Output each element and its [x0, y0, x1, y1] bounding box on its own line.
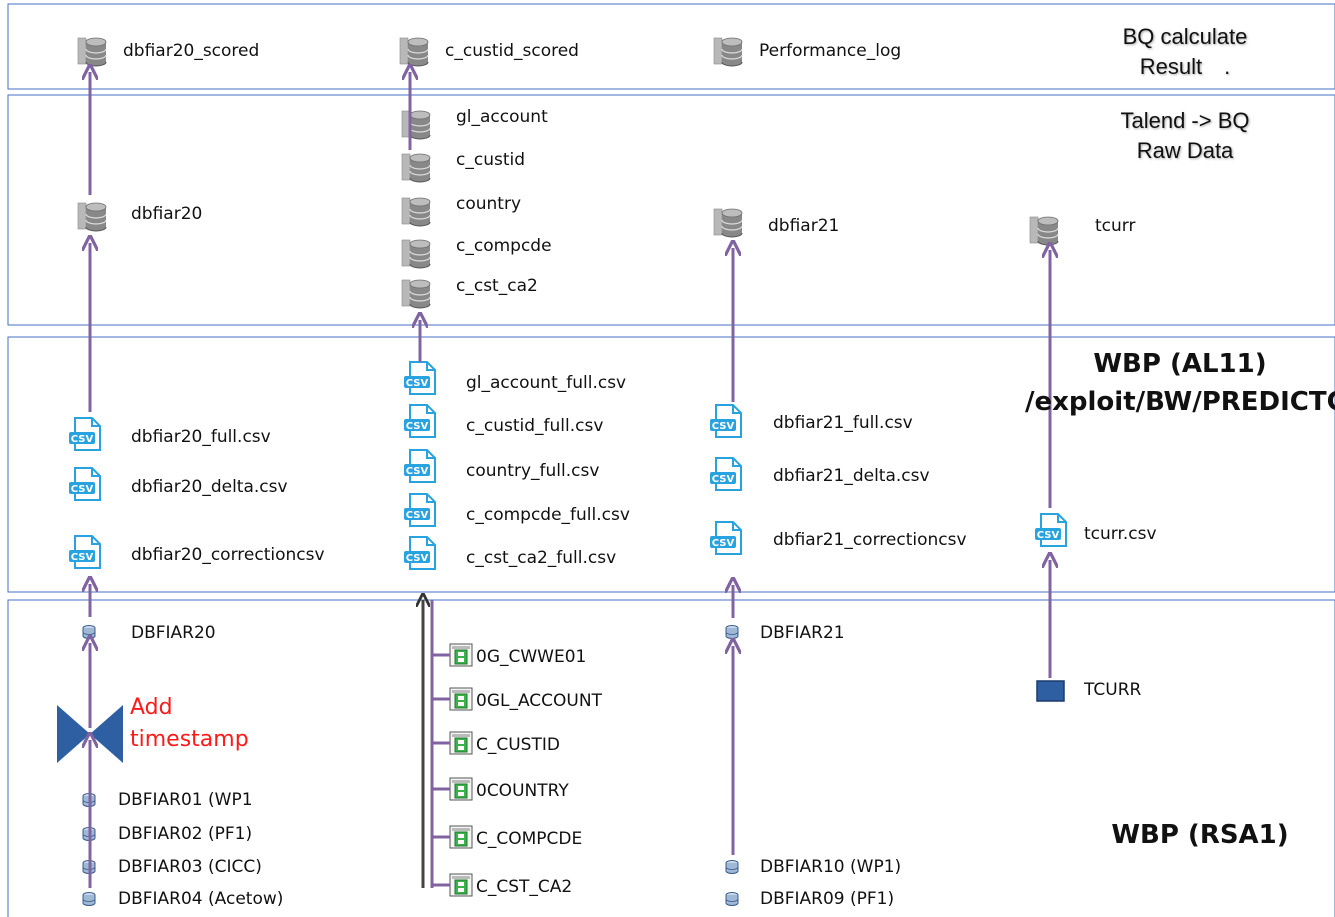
bq-raw-table: c_compcde [456, 236, 552, 256]
rsa1-source-label: C_CST_CA2 [476, 877, 573, 897]
sql-server-database-icon [401, 239, 431, 269]
csv-file-label: dbfiar21_full.csv [773, 413, 913, 433]
sql-server-database-icon [401, 110, 431, 140]
sql-server-database-icon [713, 208, 743, 238]
bq-scored-table: dbfiar20_scored [123, 41, 260, 61]
bw-table-icon [449, 873, 473, 897]
sql-server-database-icon [713, 37, 743, 67]
sql-server-database-icon [399, 37, 429, 67]
bowtie-transformation-icon [57, 705, 90, 763]
sql-server-database-icon [77, 202, 107, 232]
csv-file-icon [403, 449, 436, 483]
csv-file-label: tcurr.csv [1084, 524, 1157, 544]
sql-server-database-icon [1029, 216, 1059, 246]
bw-table-icon [449, 687, 473, 711]
bw-cube-icon [82, 625, 96, 639]
bq-raw-table: dbfiar21 [768, 216, 840, 236]
bw-table-icon [449, 731, 473, 755]
bw-cube-icon [725, 625, 739, 639]
zone-title-dot: . [1224, 54, 1231, 79]
csv-file-icon [709, 404, 742, 438]
csv-file-label: c_compcde_full.csv [466, 505, 630, 525]
rsa1-source-label: DBFIAR09 (PF1) [760, 889, 895, 909]
csv-file-icon [403, 493, 436, 527]
rsa1-source-label: 0COUNTRY [476, 781, 569, 801]
rsa1-source-label: DBFIAR04 (Acetow) [118, 889, 284, 909]
zone-title-line2: /exploit/BW/PREDICTCM [1025, 387, 1335, 417]
bw-table-icon [449, 777, 473, 801]
sql-server-database-icon [401, 197, 431, 227]
sql-server-database-icon [401, 153, 431, 183]
csv-file-label: country_full.csv [466, 461, 600, 481]
rsa1-source-label: DBFIAR10 (WP1) [760, 857, 902, 877]
bq-raw-table: c_cst_ca2 [456, 276, 538, 296]
bq-raw-table: tcurr [1095, 216, 1136, 236]
csv-file-label: dbfiar21_delta.csv [773, 466, 930, 486]
csv-file-label: dbfiar20_delta.csv [131, 477, 288, 497]
csv-file-label: gl_account_full.csv [466, 373, 627, 393]
bq-scored-table: c_custid_scored [445, 41, 579, 61]
zone-title-line1: Talend -> BQ [1120, 108, 1250, 133]
bq-scored-table: Performance_log [759, 41, 902, 61]
csv-file-icon [403, 404, 436, 438]
rsa1-source-label: C_CUSTID [476, 735, 560, 755]
sql-server-database-icon [77, 37, 107, 67]
csv-file-label: dbfiar21_correctioncsv [773, 530, 967, 550]
bowtie-transformation-icon [90, 705, 123, 763]
bq-raw-table: gl_account [456, 107, 548, 127]
zone-title-line2: Result. [1070, 52, 1300, 82]
bq-raw-table: country [456, 194, 522, 214]
sql-server-database-icon [401, 279, 431, 309]
csv-file-icon [403, 536, 436, 570]
rsa1-source-label: C_COMPCDE [476, 829, 583, 849]
rsa1-source-label: DBFIAR03 (CICC) [118, 857, 262, 877]
csv-file-label: dbfiar20_full.csv [131, 427, 271, 447]
timestamp-annotation: Add timestamp [130, 692, 249, 756]
csv-file-icon [68, 467, 101, 501]
csv-file-icon [403, 361, 436, 395]
bw-table-icon [1036, 680, 1065, 702]
rsa1-source-label: 0G_CWWE01 [476, 647, 587, 667]
csv-file-icon [68, 535, 101, 569]
csv-file-icon [1034, 513, 1067, 547]
bw-cube-icon [82, 892, 96, 906]
rsa1-source-label: DBFIAR01 (WP1 [118, 790, 253, 810]
bw-cube-icon [725, 892, 739, 906]
csv-file-icon [68, 417, 101, 451]
annotation-line1: Add [130, 695, 173, 720]
csv-file-label: c_cst_ca2_full.csv [466, 548, 617, 568]
bq-raw-table: dbfiar20 [131, 204, 203, 224]
bq-raw-table: c_custid [456, 150, 526, 170]
rsa1-source-label: 0GL_ACCOUNT [476, 691, 602, 711]
csv-file-label: dbfiar20_correctioncsv [131, 545, 325, 565]
bw-table-icon [449, 825, 473, 849]
rsa1-source-label: DBFIAR20 [131, 623, 216, 643]
rsa1-source-label: DBFIAR02 (PF1) [118, 824, 253, 844]
zone-title-bq-result: BQ calculate Result. [1070, 22, 1300, 82]
zone-title-line1: BQ calculate [1122, 24, 1248, 49]
zone-title-rsa1: WBP (RSA1) [1111, 820, 1289, 850]
rsa1-source-label: TCURR [1084, 680, 1142, 700]
zone-title-bq-raw: Talend -> BQ Raw Data [1070, 106, 1300, 166]
zone-title-al11: WBP (AL11) /exploit/BW/PREDICTCM [1025, 345, 1335, 421]
csv-file-label: c_custid_full.csv [466, 416, 604, 436]
zone-title-line1: WBP (AL11) [1093, 349, 1267, 379]
annotation-line2: timestamp [130, 727, 249, 752]
csv-file-icon [709, 457, 742, 491]
zone-title-line2-text: Result [1139, 54, 1203, 79]
rsa1-source-label: DBFIAR21 [760, 623, 845, 643]
bw-table-icon [449, 643, 473, 667]
csv-file-icon [709, 521, 742, 555]
bw-cube-icon [725, 860, 739, 874]
zone-title-line2: Raw Data [1136, 138, 1234, 163]
